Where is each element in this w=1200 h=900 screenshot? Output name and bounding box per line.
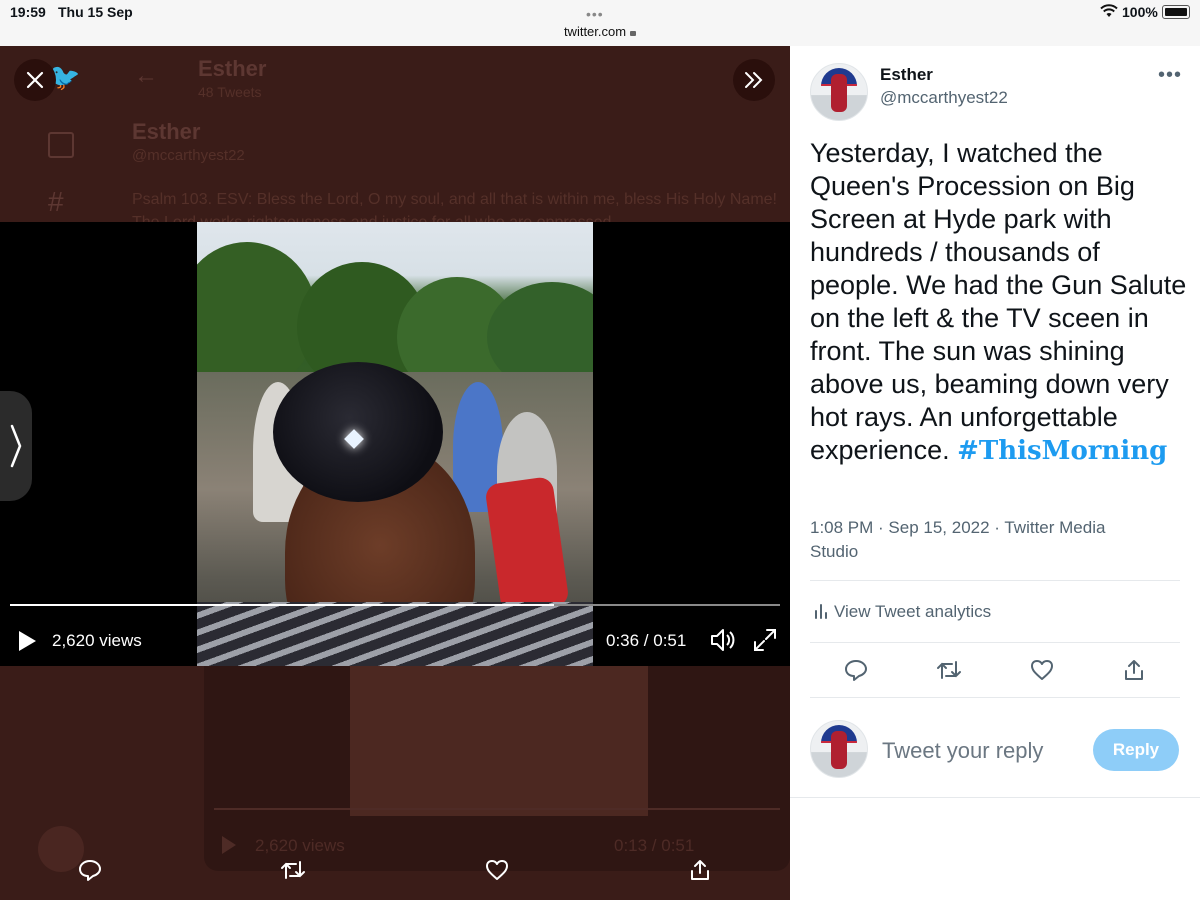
author-handle[interactable]: @mccarthyest22: [880, 88, 1008, 108]
battery-icon: [1162, 5, 1190, 19]
divider: [810, 642, 1180, 643]
like-icon[interactable]: [485, 858, 509, 882]
background-tweet-handle: @mccarthyest22: [132, 147, 245, 164]
address-bar[interactable]: twitter.com: [0, 24, 1200, 39]
multitask-dots-icon[interactable]: •••: [586, 6, 604, 22]
battery-percent: 100%: [1122, 4, 1158, 20]
video-view-count: 2,620 views: [52, 631, 142, 650]
side-panel-toggle[interactable]: [0, 391, 32, 501]
video-progress-bar[interactable]: [10, 604, 780, 606]
back-arrow-icon: ←: [134, 62, 158, 89]
tweet-body: Yesterday, I watched the Queen's Process…: [810, 138, 1187, 465]
striped-scarf: [197, 602, 593, 666]
share-icon[interactable]: [688, 858, 712, 882]
date: Thu 15 Sep: [58, 4, 133, 20]
retweet-icon[interactable]: [280, 858, 306, 882]
analytics-label: View Tweet analytics: [834, 602, 992, 621]
reply-icon[interactable]: [844, 658, 868, 682]
divider: [790, 797, 1200, 798]
expand-panel-button[interactable]: [733, 59, 775, 101]
video-time: 0:36 / 0:51: [606, 631, 687, 650]
media-viewer: 🐦 ← Esther 48 Tweets # Esther @mccarthye…: [0, 46, 790, 900]
black-hat: [273, 362, 443, 502]
reply-icon[interactable]: [78, 858, 102, 882]
tweet-meta: 1:08 PM · Sep 15, 2022 · Twitter Media S…: [810, 518, 1106, 561]
url-text: twitter.com: [563, 24, 627, 39]
tweet-action-bar: [790, 646, 1200, 696]
status-bar: 19:59 Thu 15 Sep ••• twitter.com 100%: [0, 0, 1200, 47]
video-progress-fill: [10, 604, 554, 606]
reply-avatar: [810, 720, 868, 778]
fullscreen-icon[interactable]: [752, 627, 778, 653]
explore-hash-icon: #: [48, 186, 64, 217]
background-profile-name: Esther: [198, 56, 267, 81]
volume-icon[interactable]: [709, 627, 737, 653]
hashtag-link[interactable]: #ThisMorning: [957, 436, 1167, 466]
close-icon: [26, 71, 44, 89]
video-frame: [197, 222, 593, 666]
background-video-frame: [350, 666, 648, 816]
background-play-icon: [222, 836, 236, 854]
tweet-text: Yesterday, I watched the Queen's Process…: [810, 137, 1190, 468]
double-chevron-right-icon: [745, 72, 763, 88]
analytics-icon: [815, 604, 827, 619]
figure-shape: [831, 731, 847, 769]
background-tweet-author: Esther: [132, 119, 201, 144]
background-tweet-count: 48 Tweets: [198, 84, 262, 100]
media-action-bar: [0, 854, 790, 898]
background-video-time: 0:13 / 0:51: [614, 836, 695, 855]
more-options-icon[interactable]: •••: [1158, 64, 1182, 87]
figure-shape: [831, 74, 847, 112]
divider: [810, 697, 1180, 698]
background-progress-bar: [214, 808, 780, 810]
author-name[interactable]: Esther: [880, 65, 933, 85]
home-icon: [48, 132, 74, 158]
video-player[interactable]: 2,620 views 0:36 / 0:51: [0, 222, 790, 666]
reply-input[interactable]: Tweet your reply: [882, 738, 1043, 764]
background-video-views: 2,620 views: [255, 836, 345, 855]
share-icon[interactable]: [1122, 658, 1146, 682]
chevron-right-icon: [10, 424, 22, 468]
play-icon[interactable]: [16, 629, 38, 653]
reply-button[interactable]: Reply: [1093, 729, 1179, 771]
close-button[interactable]: [14, 59, 56, 101]
wifi-icon: [1100, 4, 1118, 17]
lock-icon: [630, 31, 637, 36]
like-icon[interactable]: [1030, 658, 1054, 682]
clock: 19:59: [10, 4, 46, 20]
tweet-panel: Esther @mccarthyest22 ••• Yesterday, I w…: [790, 46, 1200, 900]
divider: [810, 580, 1180, 581]
retweet-icon[interactable]: [936, 658, 962, 682]
view-analytics-link[interactable]: View Tweet analytics: [814, 602, 991, 622]
author-avatar[interactable]: [810, 63, 868, 121]
